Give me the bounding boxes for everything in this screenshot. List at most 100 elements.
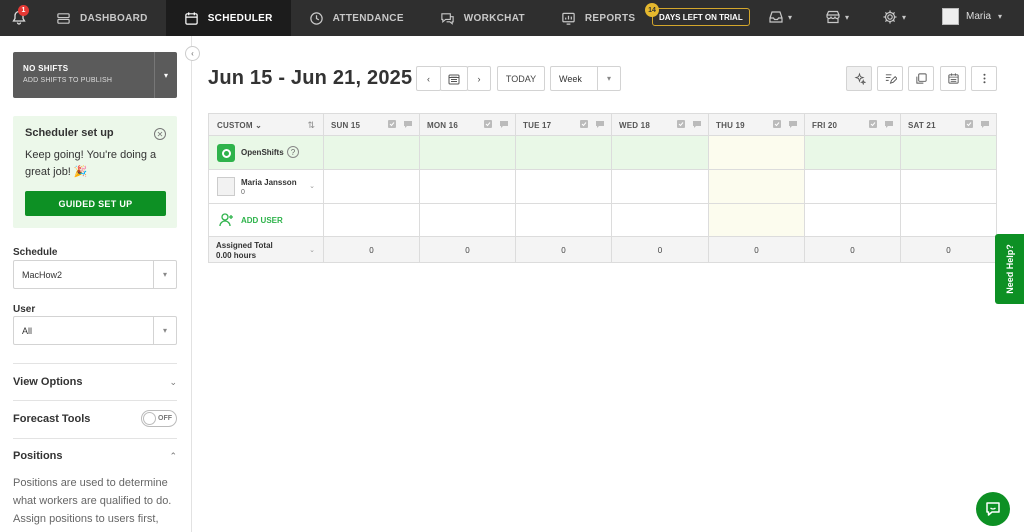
nav-dashboard-label: DASHBOARD [80,12,148,24]
shift-cell[interactable] [901,136,996,169]
date-picker-button[interactable] [440,66,468,91]
nav-reports[interactable]: REPORTS [543,0,653,36]
shift-cell[interactable] [324,170,420,203]
publish-button[interactable]: NO SHIFTS ADD SHIFTS TO PUBLISH ▾ [13,52,177,98]
help-icon[interactable]: ? [287,146,299,158]
view-options-toggle[interactable]: View Options ⌄ [13,376,177,388]
comment-icon[interactable] [499,119,509,129]
day-header-wed[interactable]: WED 18 [612,114,709,135]
user-name: Maria [966,11,992,22]
chevron-down-icon: ▾ [845,12,850,22]
close-icon[interactable]: ✕ [154,128,166,140]
divider [13,400,177,401]
add-user-label: ADD USER [241,215,283,225]
comment-icon[interactable] [884,119,894,129]
prev-week-button[interactable]: ‹ [416,66,441,91]
add-user-button[interactable]: ADD USER [219,212,283,228]
nav-attendance-label: ATTENDANCE [332,12,404,24]
sort-header-cell[interactable]: CUSTOM ⌄ ⇅ [209,114,324,135]
comment-icon[interactable] [692,119,702,129]
forecast-toggle[interactable]: OFF [141,410,177,427]
note-icon[interactable] [772,119,782,129]
day-header-mon[interactable]: MON 16 [420,114,516,135]
chevron-down-icon: ▾ [902,12,907,22]
day-label: FRI 20 [812,121,838,130]
divider [13,363,177,364]
shift-cell[interactable] [516,136,612,169]
shift-cell[interactable] [901,170,996,203]
publish-dropdown[interactable]: ▾ [154,52,177,98]
nav-attendance[interactable]: ATTENDANCE [291,0,422,36]
nav-workchat[interactable]: WORKCHAT [422,0,543,36]
total-cell: 0 [612,237,709,262]
next-week-button[interactable]: › [467,66,491,91]
note-icon[interactable] [676,119,686,129]
chat-icon [441,12,454,25]
sort-icon[interactable]: ⇅ [307,120,315,131]
schedule-select[interactable]: MacHow2 ▾ [13,260,177,289]
view-select[interactable]: Week ▾ [550,66,621,91]
shift-cell[interactable] [324,136,420,169]
edit-notes-button[interactable] [877,66,903,91]
positions-description: Positions are used to determine what wor… [13,477,172,525]
total-value: 0 [850,246,855,255]
chevron-down-icon: ▾ [788,12,793,22]
shift-cell[interactable] [709,136,805,169]
today-button[interactable]: TODAY [497,66,545,91]
day-header-tue[interactable]: TUE 17 [516,114,612,135]
chevron-down-icon[interactable]: ⌄ [309,182,315,190]
positions-toggle[interactable]: Positions ⌃ [13,450,177,462]
day-header-thu[interactable]: THU 19 [709,114,805,135]
store-menu[interactable]: ▾ [825,9,849,25]
shift-cell[interactable] [612,136,709,169]
comment-icon[interactable] [595,119,605,129]
chat-launcher-button[interactable] [976,492,1010,526]
more-options-button[interactable] [971,66,997,91]
note-icon[interactable] [868,119,878,129]
user-row: Maria Jansson 0 ⌄ [209,170,996,204]
edit-icon [885,74,897,84]
day-header-sun[interactable]: SUN 15 [324,114,420,135]
comment-icon[interactable] [980,119,990,129]
note-icon[interactable] [964,119,974,129]
note-icon[interactable] [387,119,397,129]
chevron-right-icon: › [477,73,481,84]
trial-button[interactable]: 14 DAYS LEFT ON TRIAL [645,3,750,26]
shift-cell[interactable] [516,170,612,203]
copy-icon [915,73,927,84]
calendar-button[interactable] [940,66,966,91]
comment-icon[interactable] [788,119,798,129]
nav-dashboard[interactable]: DASHBOARD [38,0,166,36]
day-label: TUE 17 [523,121,552,130]
inbox-menu[interactable]: ▾ [768,9,792,25]
notifications-button[interactable]: 1 [0,0,38,36]
chevron-down-icon[interactable]: ⌄ [309,246,315,254]
toggle-state: OFF [158,415,172,422]
shift-cell[interactable] [420,136,516,169]
need-help-tab[interactable]: Need Help? [995,234,1024,304]
settings-menu[interactable]: ▾ [882,9,906,25]
comment-icon[interactable] [403,119,413,129]
shift-cell[interactable] [709,170,805,203]
user-cell[interactable]: Maria Jansson 0 ⌄ [209,170,324,203]
reports-icon [562,12,575,25]
day-header-sat[interactable]: SAT 21 [901,114,996,135]
shift-cell[interactable] [420,170,516,203]
copy-button[interactable] [908,66,934,91]
need-help-label: Need Help? [1004,244,1015,294]
note-icon[interactable] [483,119,493,129]
nav-scheduler[interactable]: SCHEDULER [165,0,291,36]
note-icon[interactable] [579,119,589,129]
guided-setup-button[interactable]: GUIDED SET UP [25,191,166,216]
totals-label-cell[interactable]: Assigned Total 0.00 hours ⌄ [209,237,324,262]
shift-cell[interactable] [612,170,709,203]
shift-cell[interactable] [805,170,901,203]
open-shifts-row: OpenShifts ? [209,136,996,170]
ai-assist-button[interactable] [846,66,872,91]
avatar [942,8,959,25]
collapse-sidebar-button[interactable]: ‹ [185,46,200,61]
shift-cell[interactable] [805,136,901,169]
day-header-fri[interactable]: FRI 20 [805,114,901,135]
user-select[interactable]: All ▾ [13,316,177,345]
user-menu[interactable]: Maria ▾ [942,8,1002,25]
